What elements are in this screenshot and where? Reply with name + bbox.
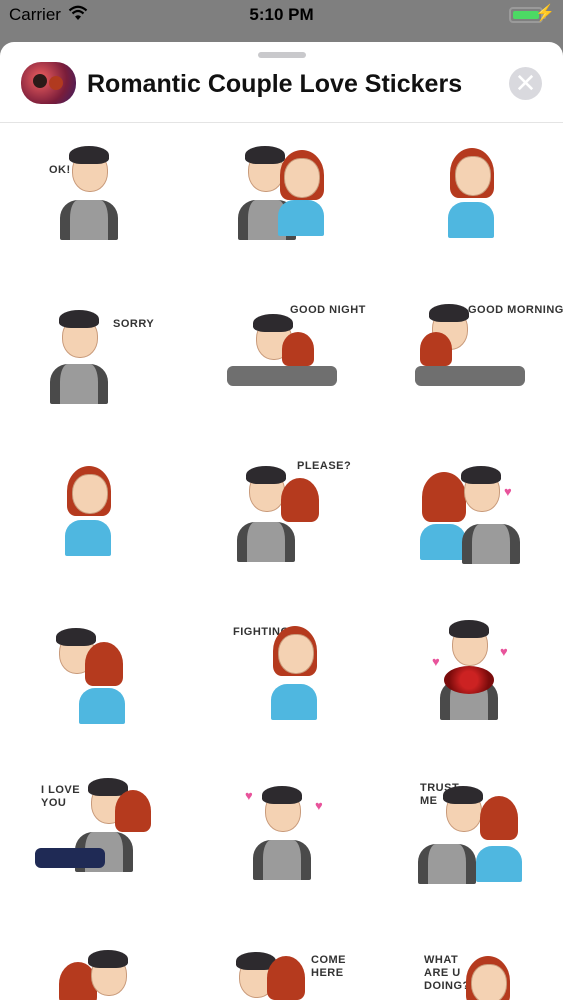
page-title: Romantic Couple Love Stickers	[87, 70, 463, 98]
sticker-caption: COME HERE	[311, 954, 346, 979]
sticker-sad-girl[interactable]	[410, 134, 530, 244]
sticker-couple-hug[interactable]	[45, 934, 165, 1000]
sticker-roses[interactable]: ♥ ♥	[410, 614, 530, 724]
sticker-sorry[interactable]: SORRY	[45, 294, 165, 404]
sticker-fighting[interactable]: FIGHTING!	[225, 614, 345, 724]
sticker-trust-me[interactable]: TRUST ME	[410, 774, 530, 884]
sticker-caption: PLEASE?	[297, 460, 352, 472]
sticker-i-love-you[interactable]: I LOVE YOU	[35, 774, 155, 884]
sticker-angry-girl[interactable]	[45, 454, 165, 564]
close-icon: ✕	[514, 68, 537, 98]
sticker-caption: GOOD NIGHT	[290, 304, 366, 316]
sticker-please[interactable]: PLEASE?	[225, 454, 351, 564]
sticker-come-here[interactable]: COME HERE	[225, 934, 346, 1000]
sticker-couple-eyes[interactable]	[220, 134, 340, 244]
sticker-caption: I LOVE YOU	[41, 784, 81, 809]
sticker-caption: SORRY	[113, 318, 155, 330]
sticker-good-morning[interactable]: GOOD MORNING	[410, 294, 563, 404]
sticker-caption: OK!	[49, 164, 71, 176]
sticker-hug[interactable]	[45, 614, 165, 724]
sticker-ok[interactable]: OK!	[45, 134, 165, 244]
sticker-caption: GOOD MORNING	[468, 304, 563, 316]
sheet-header: Romantic Couple Love Stickers ✕	[0, 58, 563, 123]
charging-bolt-icon: ⚡	[535, 5, 555, 22]
sticker-good-night[interactable]: GOOD NIGHT	[222, 294, 365, 404]
status-bar: Carrier 5:10 PM ⚡	[0, 0, 563, 30]
sticker-heart-eyes[interactable]: ♥ ♥	[225, 774, 345, 884]
app-icon	[21, 62, 76, 104]
sticker-cheek-kiss[interactable]: ♥	[410, 454, 530, 564]
sticker-what-are-u-doing[interactable]: WHAT ARE U DOING?	[410, 934, 530, 1000]
clock: 5:10 PM	[249, 5, 314, 24]
close-button[interactable]: ✕	[509, 67, 542, 100]
sticker-sheet: Romantic Couple Love Stickers ✕ OK! SORR…	[0, 42, 563, 1000]
sticker-caption: WHAT ARE U DOING?	[424, 954, 470, 992]
